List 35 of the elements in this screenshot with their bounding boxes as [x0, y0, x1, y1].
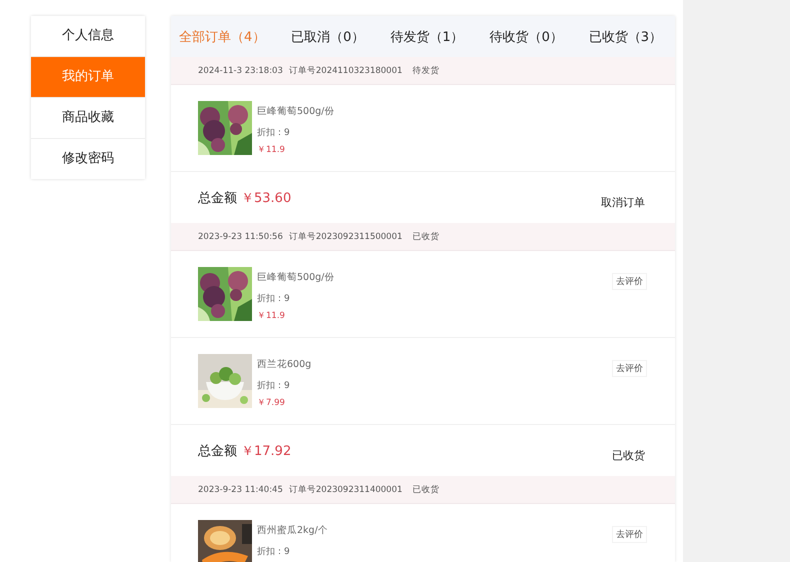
order-time: 2023-9-23 11:50:56 — [198, 232, 283, 242]
order-time: 2024-11-3 23:18:03 — [198, 66, 283, 76]
order-number: 订单号2023092311500001 — [288, 230, 402, 242]
order-status: 已收货 — [412, 230, 440, 242]
order-number: 订单号2024110323180001 — [288, 64, 402, 76]
product-price: ￥7.99 — [257, 397, 286, 409]
order-action[interactable]: 取消订单 — [601, 194, 645, 210]
order-time: 2023-9-23 11:40:45 — [198, 484, 283, 494]
product-price: ￥11.9 — [257, 144, 286, 156]
order-status: 待发货 — [412, 64, 440, 76]
tab[interactable]: 待收货（0） — [476, 28, 576, 46]
total-amount: ￥17.92 — [241, 443, 292, 460]
discount-text: 折扣：9 — [257, 380, 291, 392]
sidebar-item[interactable]: 修改密码 — [31, 139, 145, 179]
tab[interactable]: 已取消（0） — [278, 28, 378, 46]
discount-text: 折扣：9 — [257, 546, 291, 558]
product-name: 西州蜜瓜2kg/个 — [257, 524, 329, 537]
total-label: 总金额 — [198, 443, 237, 460]
review-button[interactable]: 去评价 — [612, 360, 647, 377]
order-action[interactable]: 已收货 — [612, 448, 645, 462]
tab[interactable]: 待发货（1） — [377, 28, 477, 46]
product-name: 巨峰葡萄500g/份 — [257, 105, 336, 118]
total-amount: ￥53.60 — [241, 190, 292, 207]
order-number: 订单号2023092311400001 — [288, 484, 402, 496]
tab[interactable]: 已收货（3） — [576, 28, 675, 46]
total-label: 总金额 — [198, 190, 237, 207]
sidebar-item[interactable]: 商品收藏 — [31, 98, 145, 139]
product-name: 西兰花600g — [257, 358, 312, 371]
product-price: ￥11.9 — [257, 310, 286, 322]
discount-text: 折扣：9 — [257, 126, 291, 139]
discount-text: 折扣：9 — [257, 292, 291, 305]
review-button[interactable]: 去评价 — [612, 526, 647, 543]
order-status: 已收货 — [412, 484, 440, 496]
review-button[interactable]: 去评价 — [612, 273, 647, 290]
product-name: 巨峰葡萄500g/份 — [257, 271, 336, 284]
